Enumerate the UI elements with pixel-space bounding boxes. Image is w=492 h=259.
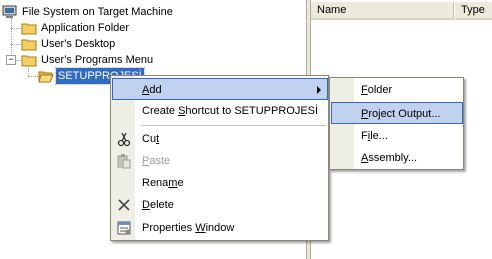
open-folder-icon <box>38 71 54 83</box>
menu-item-properties-window[interactable]: Properties Window <box>112 217 328 239</box>
menu-item-label: Add <box>142 84 162 96</box>
menu-item-label: Create Shortcut to SETUPPROJESİ <box>142 105 319 117</box>
tree-node-users-programs-menu[interactable]: User's Programs Menu <box>21 52 221 68</box>
properties-icon <box>117 221 131 235</box>
folder-icon <box>21 23 37 35</box>
submenu-arrow-icon <box>317 86 321 94</box>
menu-item-create-shortcut[interactable]: Create Shortcut to SETUPPROJESİ <box>112 100 328 122</box>
computer-icon <box>2 5 17 18</box>
menu-separator <box>141 125 326 126</box>
menu-item-label: Cut <box>142 133 160 145</box>
menu-item-label: Folder <box>361 84 393 96</box>
tree-line <box>11 28 21 29</box>
submenu-item-project-output[interactable]: Project Output... <box>331 102 463 124</box>
add-submenu: Folder Project Output... File... Assembl… <box>329 77 464 170</box>
submenu-item-assembly[interactable]: Assembly... <box>331 147 463 169</box>
tree-node-application-folder[interactable]: Application Folder <box>21 20 221 36</box>
tree-line <box>28 76 38 77</box>
folder-icon <box>21 39 37 51</box>
submenu-item-file[interactable]: File... <box>331 125 463 147</box>
tree-node-root[interactable]: File System on Target Machine <box>2 4 302 20</box>
tree-node-label: File System on Target Machine <box>22 6 173 18</box>
delete-x-icon <box>118 199 130 211</box>
menu-item-cut[interactable]: Cut <box>112 128 328 150</box>
menu-item-add[interactable]: Add <box>112 78 328 100</box>
tree-node-label: User's Programs Menu <box>41 54 154 66</box>
menu-item-label: File... <box>361 130 388 142</box>
menu-item-label: Properties Window <box>142 222 235 234</box>
menu-item-label: Project Output... <box>361 108 441 120</box>
menu-item-rename[interactable]: Rename <box>112 172 328 194</box>
tree-node-label: User's Desktop <box>41 38 116 50</box>
menu-item-label: Rename <box>142 177 184 189</box>
column-header-name[interactable]: Name <box>311 2 454 20</box>
menu-item-label: Delete <box>142 199 174 211</box>
context-menu: Add Create Shortcut to SETUPPROJESİ Cut … <box>110 75 329 241</box>
menu-item-label: Paste <box>142 155 171 167</box>
tree-node-label: Application Folder <box>41 22 130 34</box>
menu-item-label: Assembly... <box>361 152 418 164</box>
tree-node-users-desktop[interactable]: User's Desktop <box>21 36 221 52</box>
tree-line <box>28 68 29 76</box>
tree-line <box>11 44 21 45</box>
collapse-toggle-icon[interactable]: − <box>6 55 16 65</box>
menu-item-paste[interactable]: Paste <box>112 150 328 172</box>
submenu-item-folder[interactable]: Folder <box>331 79 463 101</box>
folder-icon <box>21 55 37 67</box>
column-header-type[interactable]: Type <box>455 2 492 20</box>
menu-item-delete[interactable]: Delete <box>112 194 328 216</box>
scissors-icon <box>117 132 131 147</box>
paste-icon <box>117 154 131 169</box>
